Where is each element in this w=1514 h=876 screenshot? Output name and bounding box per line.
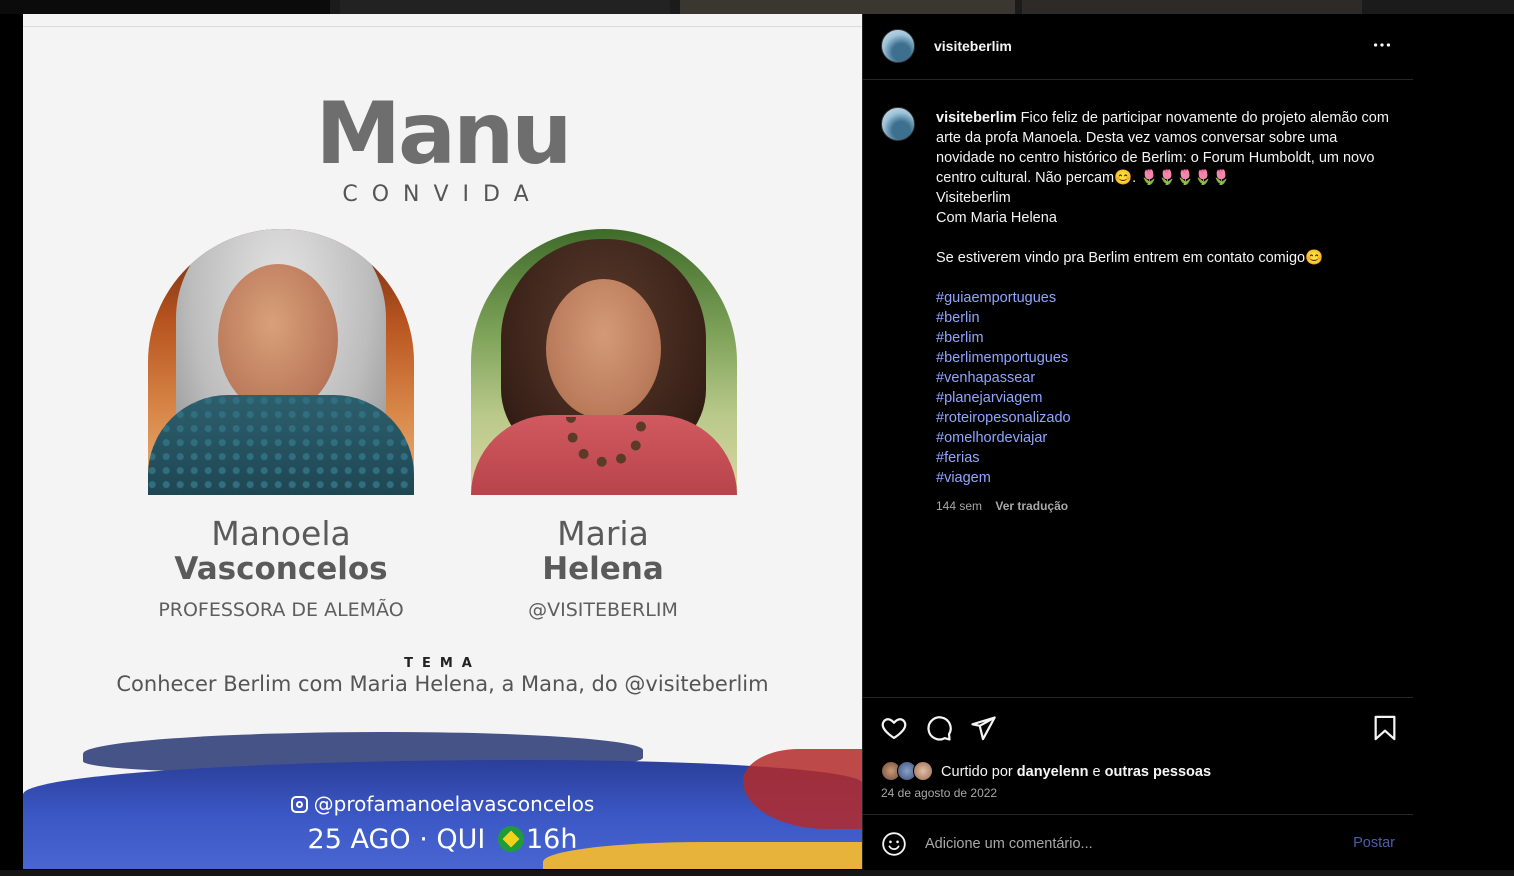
comment-input[interactable] — [925, 830, 1325, 858]
guest-role: @VISITEBERLIM — [528, 599, 678, 621]
hashtag-link[interactable]: #omelhordeviajar — [936, 428, 1396, 448]
hashtag-link[interactable]: #roteiropesonalizado — [936, 408, 1396, 428]
event-datetime: 25 AGO · QUI 16h — [23, 824, 862, 855]
image-divider — [23, 26, 862, 27]
likes-prefix: Curtido por — [941, 764, 1013, 780]
guest-name-block: Maria Helena @VISITEBERLIM — [453, 514, 753, 621]
avatar[interactable] — [881, 29, 915, 63]
hashtag-link[interactable]: #planejarviagem — [936, 388, 1396, 408]
guest-portrait-maria — [471, 229, 737, 495]
like-button[interactable] — [880, 714, 908, 742]
instagram-icon — [290, 796, 308, 813]
send-icon — [971, 716, 996, 741]
guest-name-block: Manoela Vasconcelos PROFESSORA DE ALEMÃO — [131, 514, 431, 621]
guest-first-name: Maria — [557, 514, 649, 553]
caption-section: visiteberlim Fico feliz de participar no… — [863, 80, 1413, 697]
emoji-icon — [882, 832, 906, 856]
post-comment-button[interactable]: Postar — [1353, 835, 1395, 851]
hashtag-link[interactable]: #berlim — [936, 328, 1396, 348]
avatar — [913, 761, 933, 781]
likes-summary: Curtido por danyelenn e outras pessoas — [881, 761, 1211, 781]
portrait-clothing — [148, 395, 414, 495]
comment-icon — [927, 716, 952, 741]
hashtag-link[interactable]: #viagem — [936, 468, 1396, 488]
tema-label: TEMA — [404, 656, 481, 671]
guest-role: PROFESSORA DE ALEMÃO — [158, 599, 404, 621]
guest-last-name: Helena — [542, 551, 664, 587]
feed-thumbnail — [1022, 0, 1362, 14]
post-image: Manu CONVIDA Manoela Vasconcelos PROFESS… — [23, 14, 862, 869]
background-feed-bottom — [0, 870, 1514, 876]
instagram-handle: @profamanoelavasconcelos — [23, 792, 862, 816]
header-username[interactable]: visiteberlim — [934, 38, 1012, 54]
background-feed-top — [0, 0, 1514, 14]
see-translation-link[interactable]: Ver tradução — [995, 499, 1068, 513]
post-side-panel: visiteberlim visiteberlim Fico feliz de … — [862, 14, 1413, 869]
brazil-flag-icon — [497, 826, 524, 852]
more-options-button[interactable] — [1369, 34, 1395, 58]
more-horizontal-icon — [1373, 43, 1391, 47]
heart-icon — [881, 718, 907, 740]
guest-first-name: Manoela — [211, 514, 351, 553]
post-header: visiteberlim — [863, 14, 1413, 80]
caption-line: Com Maria Helena — [936, 210, 1057, 226]
save-button[interactable] — [1371, 714, 1399, 742]
tema-text: Conhecer Berlim com Maria Helena, a Mana… — [116, 672, 769, 696]
likes-connector: e — [1092, 764, 1101, 780]
hashtag-link[interactable]: #venhapassear — [936, 368, 1396, 388]
caption-body: visiteberlim Fico feliz de participar no… — [936, 108, 1396, 516]
feed-thumbnail — [340, 0, 670, 14]
hashtag-link[interactable]: #berlimemportugues — [936, 348, 1396, 368]
caption-meta: 144 sem Ver tradução — [936, 496, 1396, 516]
likes-others[interactable]: outras pessoas — [1105, 764, 1211, 780]
event-date: 25 AGO · QUI — [307, 824, 486, 855]
event-time: 16h — [525, 824, 578, 855]
avatar[interactable] — [881, 107, 915, 141]
portrait-face — [218, 264, 338, 414]
liker-avatars[interactable] — [881, 761, 937, 781]
caption-contact-line: Se estiverem vindo pra Berlim entrem em … — [936, 250, 1324, 266]
comment-button[interactable] — [925, 714, 953, 742]
hashtag-link[interactable]: #guiaemportugues — [936, 288, 1396, 308]
likes-user[interactable]: danyelenn — [1017, 764, 1089, 780]
bookmark-icon — [1374, 715, 1396, 741]
instagram-handle-text: @profamanoelavasconcelos — [313, 792, 595, 816]
emoji-button[interactable] — [881, 831, 907, 857]
comment-bar: Postar — [863, 814, 1413, 869]
brand-subtitle: CONVIDA — [342, 182, 543, 207]
brand-title: Manu — [315, 84, 572, 184]
feed-thumbnail — [0, 0, 330, 14]
post-actions: Curtido por danyelenn e outras pessoas 2… — [863, 697, 1413, 814]
caption-username[interactable]: visiteberlim — [936, 110, 1017, 126]
portrait-face — [546, 279, 661, 419]
share-button[interactable] — [969, 714, 997, 742]
post-time-ago[interactable]: 144 sem — [936, 499, 982, 513]
post-date[interactable]: 24 de agosto de 2022 — [881, 786, 997, 800]
guest-last-name: Vasconcelos — [174, 551, 388, 587]
guest-portrait-manoela — [148, 229, 414, 495]
feed-thumbnail — [680, 0, 1015, 14]
hashtag-link[interactable]: #berlin — [936, 308, 1396, 328]
hashtag-link[interactable]: #ferias — [936, 448, 1396, 468]
paint-banner: @profamanoelavasconcelos 25 AGO · QUI 16… — [23, 724, 862, 869]
caption-line: Visiteberlim — [936, 190, 1011, 206]
